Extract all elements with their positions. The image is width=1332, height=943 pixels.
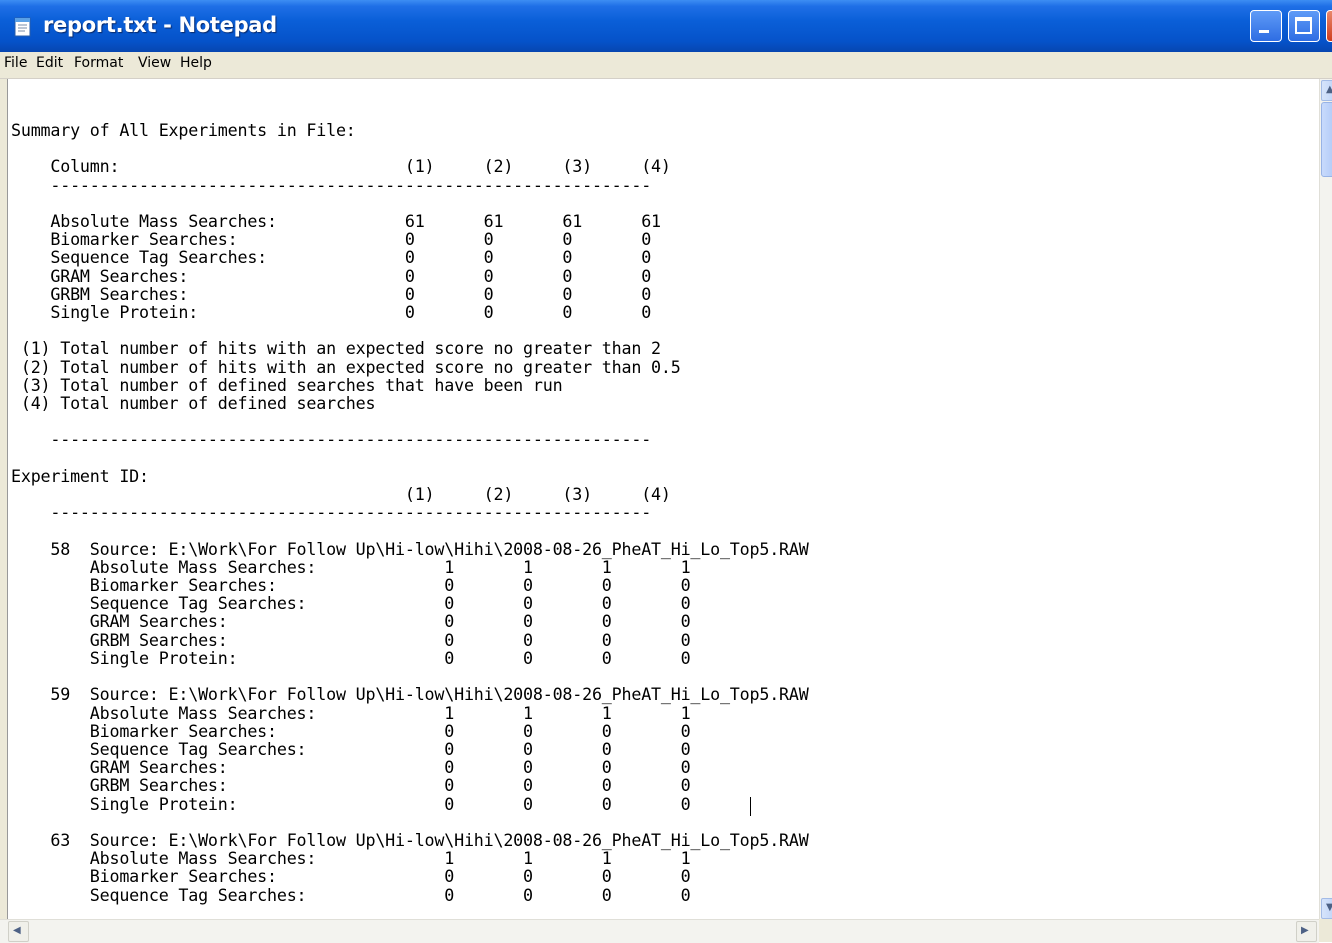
menu-view[interactable]: View xyxy=(138,55,171,71)
chevron-right-icon: ▶ xyxy=(1301,925,1309,936)
horizontal-scrollbar[interactable]: ◀ ▶ xyxy=(0,919,1319,943)
notepad-icon xyxy=(14,17,31,37)
window-title: report.txt - Notepad xyxy=(43,13,277,37)
chevron-down-icon: ▼ xyxy=(1326,902,1332,913)
minimize-button[interactable] xyxy=(1250,10,1282,42)
menu-file[interactable]: File xyxy=(4,55,27,71)
menu-bar: File Edit Format View Help xyxy=(0,52,1332,79)
text-editor[interactable]: Summary of All Experiments in File: Colu… xyxy=(7,79,1320,919)
menu-edit[interactable]: Edit xyxy=(36,55,63,71)
minimize-icon xyxy=(1259,30,1269,33)
scroll-right-button[interactable]: ▶ xyxy=(1296,921,1317,942)
close-icon xyxy=(1327,11,1332,41)
document-text: Summary of All Experiments in File: Colu… xyxy=(11,120,809,905)
maximize-icon xyxy=(1295,17,1312,34)
maximize-button[interactable] xyxy=(1288,10,1320,42)
text-caret xyxy=(750,797,751,816)
title-bar[interactable]: report.txt - Notepad xyxy=(0,0,1332,52)
menu-format[interactable]: Format xyxy=(74,55,123,71)
chevron-left-icon: ◀ xyxy=(13,925,21,936)
vertical-scroll-thumb[interactable] xyxy=(1321,102,1332,177)
chevron-up-icon: ▲ xyxy=(1326,84,1332,95)
scroll-up-button[interactable]: ▲ xyxy=(1321,80,1332,101)
close-button[interactable] xyxy=(1326,10,1332,42)
scroll-left-button[interactable]: ◀ xyxy=(8,921,29,942)
vertical-scrollbar[interactable]: ▲ ▼ xyxy=(1319,79,1332,919)
notepad-window: report.txt - Notepad File Edit Format Vi… xyxy=(0,0,1332,943)
resize-grip[interactable] xyxy=(1319,919,1332,942)
menu-help[interactable]: Help xyxy=(180,55,212,71)
scroll-down-button[interactable]: ▼ xyxy=(1321,898,1332,919)
